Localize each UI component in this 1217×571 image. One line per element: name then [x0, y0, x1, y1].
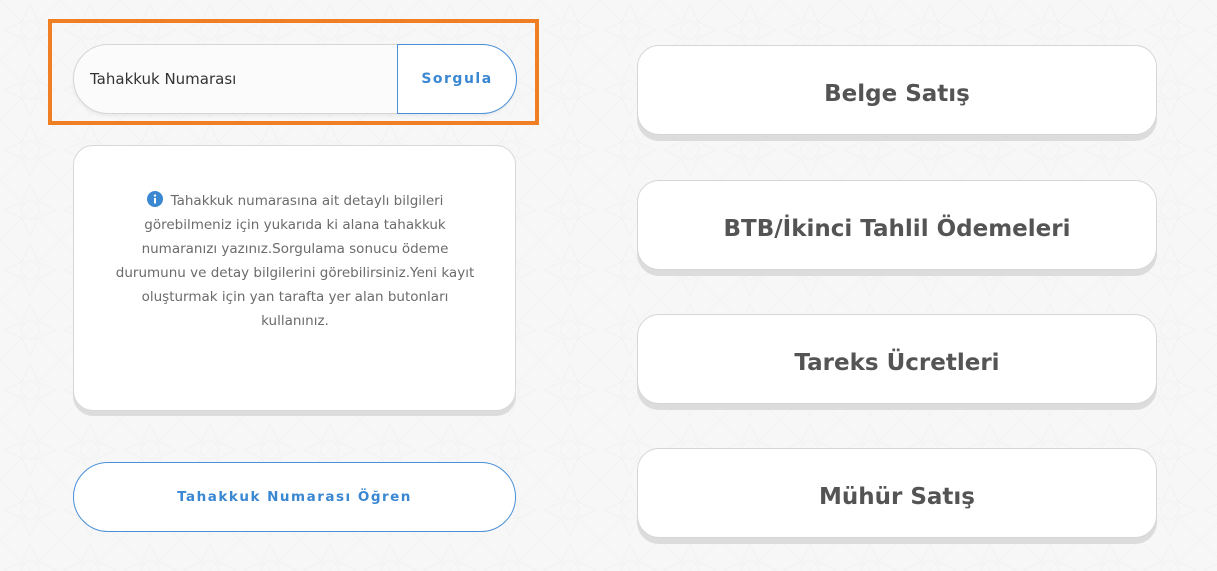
seal-sales-button[interactable]: Mühür Satış [637, 448, 1157, 538]
search-box: Sorgula [73, 44, 517, 114]
seal-sales-label: Mühür Satış [818, 484, 975, 510]
document-sales-button[interactable]: Belge Satış [637, 45, 1157, 135]
info-message: Tahakkuk numarasına ait detaylı bilgiler… [114, 189, 476, 333]
tahakkuk-number-input[interactable] [90, 45, 390, 113]
info-text: Tahakkuk numarasına ait detaylı bilgiler… [115, 193, 475, 329]
tareks-fees-button[interactable]: Tareks Ücretleri [637, 314, 1157, 404]
btb-second-analysis-payments-button[interactable]: BTB/İkinci Tahlil Ödemeleri [637, 180, 1157, 270]
document-sales-label: Belge Satış [824, 81, 970, 107]
query-button[interactable]: Sorgula [397, 44, 517, 114]
btb-payments-label: BTB/İkinci Tahlil Ödemeleri [723, 216, 1071, 242]
info-icon [146, 191, 163, 207]
info-card: Tahakkuk numarasına ait detaylı bilgiler… [73, 145, 516, 411]
learn-tahakkuk-number-button[interactable]: Tahakkuk Numarası Öğren [73, 462, 516, 532]
tareks-fees-label: Tareks Ücretleri [794, 350, 1000, 376]
